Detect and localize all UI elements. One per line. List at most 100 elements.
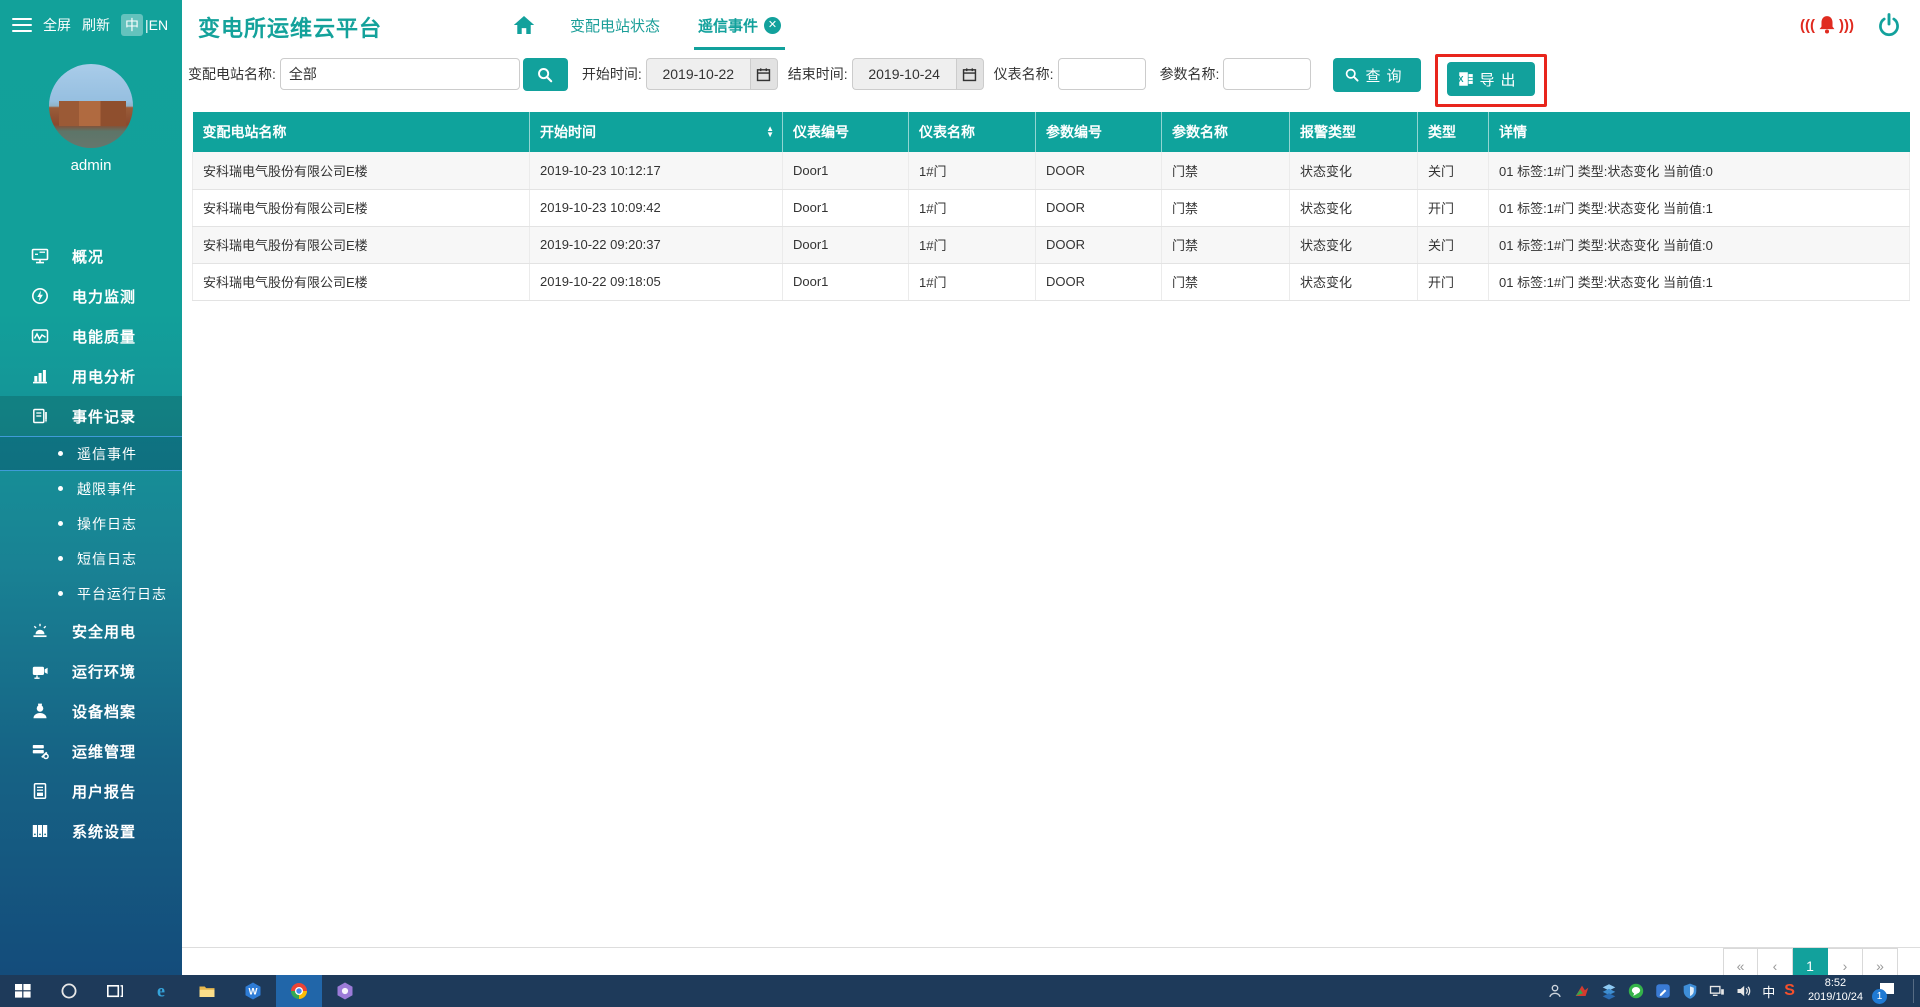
sidebar-subitem[interactable]: 操作日志 xyxy=(0,506,182,541)
sidebar-subitem[interactable]: 平台运行日志 xyxy=(0,576,182,611)
query-button[interactable]: 查询 xyxy=(1333,58,1421,92)
hamburger-menu-icon[interactable] xyxy=(12,18,32,32)
pen-icon[interactable] xyxy=(1654,982,1672,1000)
safety-icon xyxy=(30,621,50,641)
sidebar-item[interactable]: 用户报告 xyxy=(0,771,182,811)
table-cell: 开门 xyxy=(1418,189,1489,226)
refresh-button[interactable]: 刷新 xyxy=(82,15,110,35)
sogou-input-icon[interactable]: S xyxy=(1784,982,1795,1000)
start-calendar-button[interactable] xyxy=(750,58,778,90)
cortana-icon[interactable] xyxy=(46,975,92,1007)
network-icon[interactable] xyxy=(1708,982,1726,1000)
sidebar-item[interactable]: 系统设置 xyxy=(0,811,182,851)
excel-icon: X xyxy=(1457,70,1475,88)
table-cell: DOOR xyxy=(1036,152,1162,189)
sidebar-item[interactable]: 事件记录 xyxy=(0,396,182,436)
tray-icons xyxy=(1546,982,1753,1000)
header-right: ((( ))) xyxy=(1800,0,1902,50)
table-cell: 状态变化 xyxy=(1290,152,1418,189)
column-header[interactable]: 参数名称 xyxy=(1162,112,1290,152)
wps-icon[interactable]: W xyxy=(230,975,276,1007)
column-header[interactable]: 仪表名称 xyxy=(909,112,1036,152)
contacts-icon[interactable] xyxy=(1546,982,1564,1000)
power-monitoring-icon xyxy=(30,286,50,306)
column-header[interactable]: 详情 xyxy=(1489,112,1910,152)
show-desktop-divider[interactable] xyxy=(1913,979,1914,1003)
table-cell: DOOR xyxy=(1036,263,1162,300)
close-icon[interactable]: ✕ xyxy=(764,17,781,34)
events-table: 变配电站名称开始时间▲▼仪表编号仪表名称参数编号参数名称报警类型类型详情 安科瑞… xyxy=(192,112,1910,301)
shield-icon[interactable] xyxy=(1681,982,1699,1000)
notification-badge: 1 xyxy=(1872,989,1887,1004)
action-center-icon[interactable]: 1 xyxy=(1876,980,1902,1002)
station-input[interactable] xyxy=(280,58,520,90)
column-header[interactable]: 开始时间▲▼ xyxy=(530,112,783,152)
end-calendar-button[interactable] xyxy=(956,58,984,90)
table-header-row: 变配电站名称开始时间▲▼仪表编号仪表名称参数编号参数名称报警类型类型详情 xyxy=(193,112,1910,152)
lang-zh[interactable]: 中 xyxy=(121,14,143,36)
table-row[interactable]: 安科瑞电气股份有限公司E楼2019-10-22 09:18:05Door11#门… xyxy=(193,263,1910,300)
sidebar-topbar: 全屏 刷新 中|EN xyxy=(0,0,182,50)
system-tray: 中 S 8:52 2019/10/24 1 xyxy=(1546,977,1920,1005)
column-header[interactable]: 变配电站名称 xyxy=(193,112,530,152)
annotation-highlight-box: X 导出 xyxy=(1435,54,1547,107)
sidebar-item[interactable]: 运维管理 xyxy=(0,731,182,771)
taskview-icon[interactable] xyxy=(92,975,138,1007)
username: admin xyxy=(0,157,182,174)
column-header[interactable]: 仪表编号 xyxy=(783,112,909,152)
volume-icon[interactable] xyxy=(1735,982,1753,1000)
sidebar-item[interactable]: 安全用电 xyxy=(0,611,182,651)
start-date-group xyxy=(646,58,778,90)
meter-name-input[interactable] xyxy=(1058,58,1146,90)
table-cell: 安科瑞电气股份有限公司E楼 xyxy=(193,189,530,226)
alarm-bell-icon[interactable]: ((( ))) xyxy=(1800,13,1854,37)
tab-0[interactable]: 变配电站状态 xyxy=(566,0,664,50)
end-date-input[interactable] xyxy=(852,58,956,90)
lang-en[interactable]: |EN xyxy=(145,17,168,33)
explorer-icon[interactable] xyxy=(184,975,230,1007)
sidebar-item[interactable]: 设备档案 xyxy=(0,691,182,731)
sidebar-item[interactable]: 电力监测 xyxy=(0,276,182,316)
bullet-icon xyxy=(58,451,63,456)
param-name-label: 参数名称: xyxy=(1160,58,1220,90)
column-header[interactable]: 报警类型 xyxy=(1290,112,1418,152)
table-cell: 安科瑞电气股份有限公司E楼 xyxy=(193,263,530,300)
svg-text:X: X xyxy=(1459,75,1470,84)
sidebar-subitem[interactable]: 越限事件 xyxy=(0,471,182,506)
start-date-input[interactable] xyxy=(646,58,750,90)
ops-management-icon xyxy=(30,741,50,761)
fullscreen-button[interactable]: 全屏 xyxy=(43,15,71,35)
sidebar-subitem[interactable]: 短信日志 xyxy=(0,541,182,576)
export-button[interactable]: X 导出 xyxy=(1447,62,1535,96)
tab-active[interactable]: 遥信事件✕ xyxy=(694,0,785,50)
table-row[interactable]: 安科瑞电气股份有限公司E楼2019-10-23 10:12:17Door11#门… xyxy=(193,152,1910,189)
content-panel: 变配电站名称: 开始时间: 结束时间: xyxy=(182,50,1920,948)
param-name-input[interactable] xyxy=(1223,58,1311,90)
sidebar-item[interactable]: 电能质量 xyxy=(0,316,182,356)
home-icon[interactable] xyxy=(512,13,536,37)
start-icon[interactable] xyxy=(0,975,46,1007)
sidebar-item[interactable]: 用电分析 xyxy=(0,356,182,396)
sidebar-subitem[interactable]: 遥信事件 xyxy=(0,436,182,471)
sidebar-item[interactable]: 概况 xyxy=(0,236,182,276)
sort-icon[interactable]: ▲▼ xyxy=(766,126,774,138)
clock-date: 2019/10/24 xyxy=(1808,991,1863,1003)
flag-icon[interactable] xyxy=(1573,982,1591,1000)
ime-indicator[interactable]: 中 xyxy=(1762,982,1775,1001)
table-row[interactable]: 安科瑞电气股份有限公司E楼2019-10-23 10:09:42Door11#门… xyxy=(193,189,1910,226)
table-row[interactable]: 安科瑞电气股份有限公司E楼2019-10-22 09:20:37Door11#门… xyxy=(193,226,1910,263)
edge-icon[interactable]: e xyxy=(138,975,184,1007)
power-off-icon[interactable] xyxy=(1876,12,1902,38)
calendar-icon xyxy=(755,66,772,83)
chat-icon[interactable] xyxy=(1627,982,1645,1000)
station-search-button[interactable] xyxy=(523,58,568,91)
language-toggle[interactable]: 中|EN xyxy=(121,14,168,36)
layers-icon[interactable] xyxy=(1600,982,1618,1000)
chrome-icon[interactable] xyxy=(276,975,322,1007)
photos-icon[interactable] xyxy=(322,975,368,1007)
column-header[interactable]: 参数编号 xyxy=(1036,112,1162,152)
column-header[interactable]: 类型 xyxy=(1418,112,1489,152)
environment-icon xyxy=(30,661,50,681)
taskbar-clock[interactable]: 8:52 2019/10/24 xyxy=(1804,977,1867,1005)
sidebar-item[interactable]: 运行环境 xyxy=(0,651,182,691)
